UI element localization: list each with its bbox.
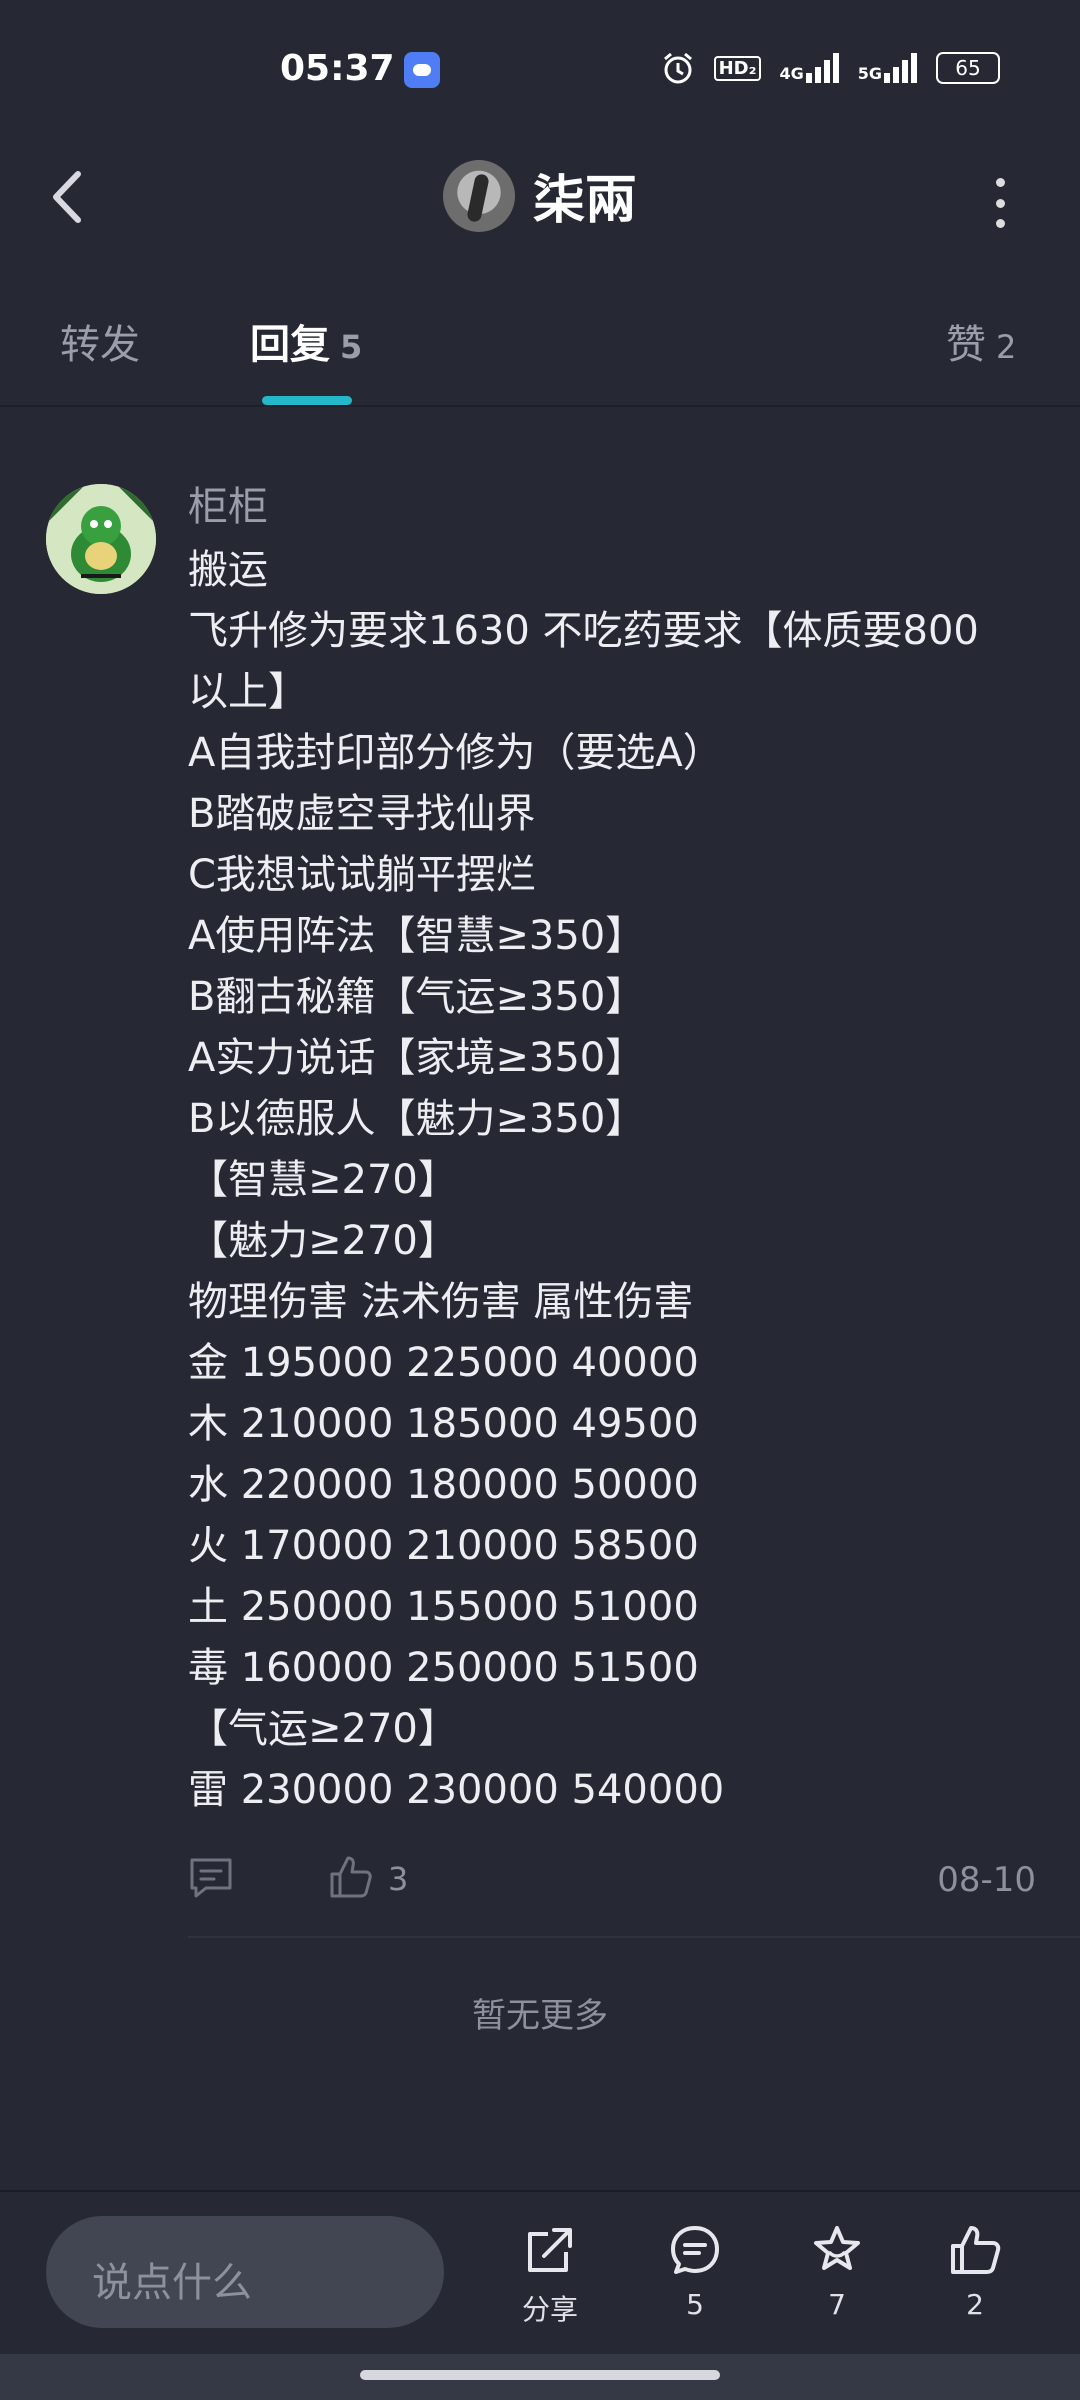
comment-line: 【气运≥270】 — [188, 1706, 458, 1752]
battery-icon: 65 — [936, 52, 1000, 84]
comment-line: 雷 230000 230000 540000 — [188, 1767, 725, 1813]
tab-label: 赞 — [946, 322, 986, 368]
favorite-count: 7 — [828, 2288, 846, 2321]
comment-date: 08-10 — [937, 1860, 1036, 1900]
app-notification-icon — [404, 52, 440, 88]
signal-5g-icon: 5G — [858, 53, 918, 83]
share-label: 分享 — [521, 2293, 578, 2326]
comment-line: B以德服人【魅力≥350】 — [188, 1096, 646, 1142]
home-indicator[interactable] — [360, 2370, 720, 2380]
divider — [188, 1936, 1080, 1938]
comment-input[interactable]: 说点什么 — [46, 2216, 444, 2328]
comment-line: A使用阵法【智慧≥350】 — [188, 913, 646, 959]
dragon-avatar-icon — [46, 484, 156, 594]
no-more-text: 暂无更多 — [472, 1996, 608, 2036]
comment-line: 金 195000 225000 40000 — [188, 1340, 699, 1386]
hd-icon: HD₂ — [713, 55, 762, 81]
share-icon — [528, 2228, 572, 2272]
reply-button[interactable] — [188, 1856, 234, 1900]
comment-line: 毒 160000 250000 51500 — [188, 1645, 699, 1691]
comments-button[interactable]: 5 — [645, 2222, 745, 2332]
status-bar: 05:37 HD₂ 4G 5G 65 — [0, 0, 1080, 140]
comment-line: 火 170000 210000 58500 — [188, 1523, 699, 1569]
tab-label: 转发 — [60, 322, 140, 368]
star-icon — [814, 2226, 860, 2270]
favorite-button[interactable]: 7 — [787, 2222, 887, 2332]
tab-label: 回复 — [250, 322, 330, 368]
status-time: 05:37 — [280, 48, 395, 89]
comment-like-button[interactable] — [328, 1854, 374, 1900]
thumbs-up-icon — [951, 2226, 1001, 2274]
bottom-action-bar: 说点什么 分享 5 7 2 — [0, 2190, 1080, 2356]
comment-input-placeholder: 说点什么 — [92, 2260, 252, 2306]
tab-count: 2 — [996, 328, 1017, 366]
header-title-wrap: 柒兩 — [0, 158, 1080, 233]
comment-line: 以上】 — [188, 669, 308, 715]
author-avatar[interactable] — [442, 159, 515, 232]
alarm-icon — [663, 52, 692, 84]
signal-4g-icon: 4G — [779, 53, 839, 83]
page-title: 柒兩 — [532, 171, 637, 231]
tab-repost[interactable]: 转发 — [60, 312, 140, 370]
comment-line: A实力说话【家境≥350】 — [188, 1035, 646, 1081]
comment-line: 物理伤害 法术伤害 属性伤害 — [188, 1279, 694, 1325]
dot-icon — [995, 219, 1005, 228]
comment-line: A自我封印部分修为（要选A） — [188, 730, 723, 776]
comment-line: 【魅力≥270】 — [188, 1218, 458, 1264]
comment-text: 搬运飞升修为要求1630 不吃药要求【体质要800 以上】 A自我封印部分修为（要选… — [188, 540, 1028, 1821]
comment-line: 土 250000 155000 51000 — [188, 1584, 699, 1630]
divider — [0, 405, 1080, 407]
comment-actions: 3 08-10 — [188, 1852, 1038, 1912]
tab-count: 5 — [340, 328, 363, 366]
status-icons: HD₂ 4G 5G 65 — [660, 50, 1000, 86]
commenter-name[interactable]: 柜柜 — [188, 474, 268, 532]
comment-line: 飞升修为要求1630 不吃药要求【体质要800 — [188, 608, 979, 654]
like-button[interactable]: 2 — [925, 2222, 1025, 2332]
dot-icon — [995, 178, 1005, 187]
share-button[interactable]: 分享 — [500, 2222, 600, 2332]
comment-line: B翻古秘籍【气运≥350】 — [188, 974, 646, 1020]
tab-likes[interactable]: 赞2 — [946, 312, 1016, 370]
comment-line: 【智慧≥270】 — [188, 1157, 458, 1203]
active-tab-indicator — [262, 396, 352, 405]
dot-icon — [995, 198, 1005, 208]
comment-line: 搬运 — [188, 547, 268, 593]
comment-line: 木 210000 185000 49500 — [188, 1401, 699, 1447]
comment-line: 水 220000 180000 50000 — [188, 1462, 699, 1508]
tab-replies[interactable]: 回复 5 — [250, 312, 362, 370]
comment-bubble-icon — [671, 2226, 719, 2274]
comment-line: B踏破虚空寻找仙界 — [188, 791, 536, 837]
thumbs-up-icon — [330, 1856, 372, 1898]
comment-line: C我想试试躺平摆烂 — [188, 852, 536, 898]
commenter-avatar[interactable] — [46, 484, 156, 594]
comment-icon — [190, 1858, 232, 1898]
more-options-button[interactable] — [988, 178, 1012, 228]
comment-like-count: 3 — [388, 1860, 409, 1898]
comments-count: 5 — [686, 2288, 704, 2321]
like-count: 2 — [966, 2288, 984, 2321]
